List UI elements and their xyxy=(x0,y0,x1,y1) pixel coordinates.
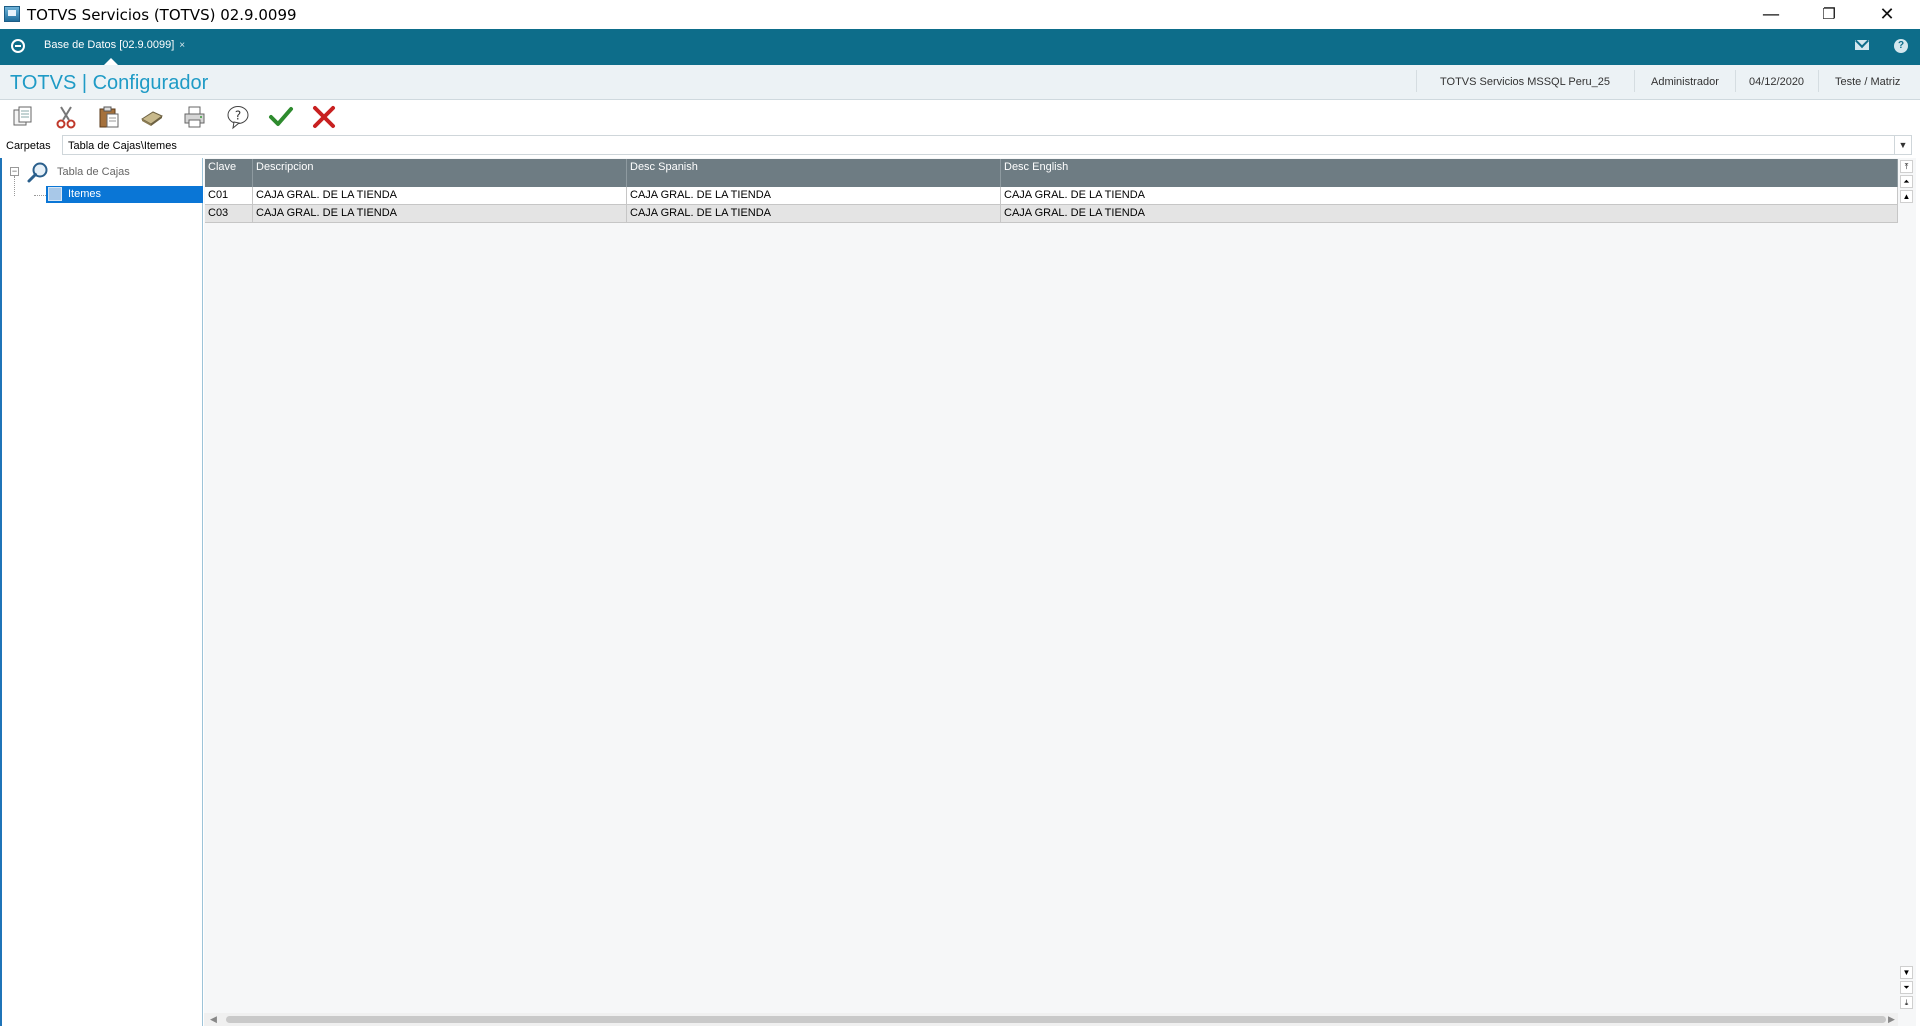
date-label: 04/12/2020 xyxy=(1749,76,1805,88)
column-header-clave[interactable]: Clave xyxy=(205,159,253,187)
folder-bar: Carpetas Tabla de Cajas\Itemes ▼ xyxy=(0,135,1920,157)
close-window-button[interactable]: ✕ xyxy=(1858,0,1916,29)
tab-bar: Base de Datos [02.9.0099] × ? xyxy=(0,29,1920,65)
home-icon[interactable] xyxy=(11,39,25,53)
column-header-desc-english[interactable]: Desc English xyxy=(1001,159,1898,187)
header-divider xyxy=(1416,70,1417,92)
window-title: TOTVS Servicios (TOTVS) 02.9.0099 xyxy=(27,6,297,24)
confirm-check-icon[interactable] xyxy=(266,103,296,131)
folder-icon xyxy=(48,187,62,201)
folder-tree: − Tabla de Cajas Itemes xyxy=(0,158,203,1026)
toolbar: ? xyxy=(0,100,1920,134)
tree-item-label: Itemes xyxy=(68,188,102,200)
tree-collapse-icon[interactable]: − xyxy=(10,167,19,176)
app-icon xyxy=(4,6,20,22)
data-grid: Clave Descripcion Desc Spanish Desc Engl… xyxy=(204,158,1916,1026)
help-icon[interactable]: ? xyxy=(1894,39,1908,53)
column-header-descripcion[interactable]: Descripcion xyxy=(253,159,627,187)
restore-button[interactable]: ❐ xyxy=(1800,0,1858,29)
header-divider xyxy=(1818,70,1819,92)
cell-desc-english: CAJA GRAL. DE LA TIENDA xyxy=(1001,205,1898,222)
vertical-scrollbar[interactable]: ⤒ ⏶ ▲ ▼ ⏷ ⤓ xyxy=(1898,158,1916,1013)
table-row[interactable]: C01 CAJA GRAL. DE LA TIENDA CAJA GRAL. D… xyxy=(205,187,1898,205)
module-title: TOTVS | Configurador xyxy=(10,72,209,94)
horizontal-scroll-thumb[interactable] xyxy=(226,1016,1886,1023)
folder-select[interactable]: Tabla de Cajas\Itemes ▼ xyxy=(62,135,1912,155)
cell-descripcion: CAJA GRAL. DE LA TIENDA xyxy=(253,187,627,204)
tab-label: Base de Datos [02.9.0099] xyxy=(44,39,175,51)
header-divider xyxy=(1735,70,1736,92)
branch-label: Teste / Matriz xyxy=(1835,76,1901,88)
window-titlebar: TOTVS Servicios (TOTVS) 02.9.0099 — ❐ ✕ xyxy=(0,0,1920,29)
scroll-bottom-icon[interactable]: ⤓ xyxy=(1900,996,1913,1009)
scroll-left-icon[interactable]: ◀ xyxy=(210,1013,217,1026)
eraser-icon[interactable] xyxy=(137,103,167,131)
print-icon[interactable] xyxy=(180,103,210,131)
header-divider xyxy=(1634,70,1635,92)
scroll-page-up-icon[interactable]: ⏶ xyxy=(1900,175,1913,188)
table-row[interactable]: C03 CAJA GRAL. DE LA TIENDA CAJA GRAL. D… xyxy=(205,205,1898,223)
cell-clave: C03 xyxy=(205,205,253,222)
chevron-down-icon[interactable]: ▼ xyxy=(1894,136,1911,154)
copy-icon[interactable] xyxy=(8,103,38,131)
active-tab-indicator xyxy=(104,58,118,65)
cell-desc-spanish: CAJA GRAL. DE LA TIENDA xyxy=(627,205,1001,222)
minimize-button[interactable]: — xyxy=(1742,0,1800,29)
cell-desc-english: CAJA GRAL. DE LA TIENDA xyxy=(1001,187,1898,204)
scroll-right-icon[interactable]: ▶ xyxy=(1888,1013,1895,1026)
cell-desc-spanish: CAJA GRAL. DE LA TIENDA xyxy=(627,187,1001,204)
user-label: Administrador xyxy=(1651,76,1719,88)
grid-header: Clave Descripcion Desc Spanish Desc Engl… xyxy=(205,159,1898,187)
cancel-x-icon[interactable] xyxy=(309,103,339,131)
paste-icon[interactable] xyxy=(94,103,124,131)
tree-connector xyxy=(34,195,46,196)
scroll-top-icon[interactable]: ⤒ xyxy=(1900,160,1913,173)
tab-close-icon[interactable]: × xyxy=(179,40,185,51)
column-header-desc-spanish[interactable]: Desc Spanish xyxy=(627,159,1001,187)
horizontal-scrollbar[interactable]: ◀ ▶ xyxy=(204,1013,1898,1026)
folder-label: Carpetas xyxy=(6,140,51,152)
cut-icon[interactable] xyxy=(51,103,81,131)
help-bubble-icon[interactable]: ? xyxy=(223,103,253,131)
svg-text:?: ? xyxy=(235,109,241,123)
scroll-down-icon[interactable]: ▼ xyxy=(1900,966,1913,979)
magnifier-icon xyxy=(26,161,50,185)
cell-descripcion: CAJA GRAL. DE LA TIENDA xyxy=(253,205,627,222)
scroll-page-down-icon[interactable]: ⏷ xyxy=(1900,981,1913,994)
environment-label: TOTVS Servicios MSSQL Peru_25 xyxy=(1440,76,1610,88)
mail-icon[interactable] xyxy=(1855,40,1869,50)
tree-item-tabla-de-cajas[interactable]: Tabla de Cajas xyxy=(57,166,130,178)
folder-value: Tabla de Cajas\Itemes xyxy=(68,140,177,152)
scroll-up-icon[interactable]: ▲ xyxy=(1900,190,1913,203)
tree-connector xyxy=(14,176,15,196)
cell-clave: C01 xyxy=(205,187,253,204)
module-header: TOTVS | Configurador TOTVS Servicios MSS… xyxy=(0,65,1920,100)
tree-item-itemes[interactable]: Itemes xyxy=(46,186,203,203)
